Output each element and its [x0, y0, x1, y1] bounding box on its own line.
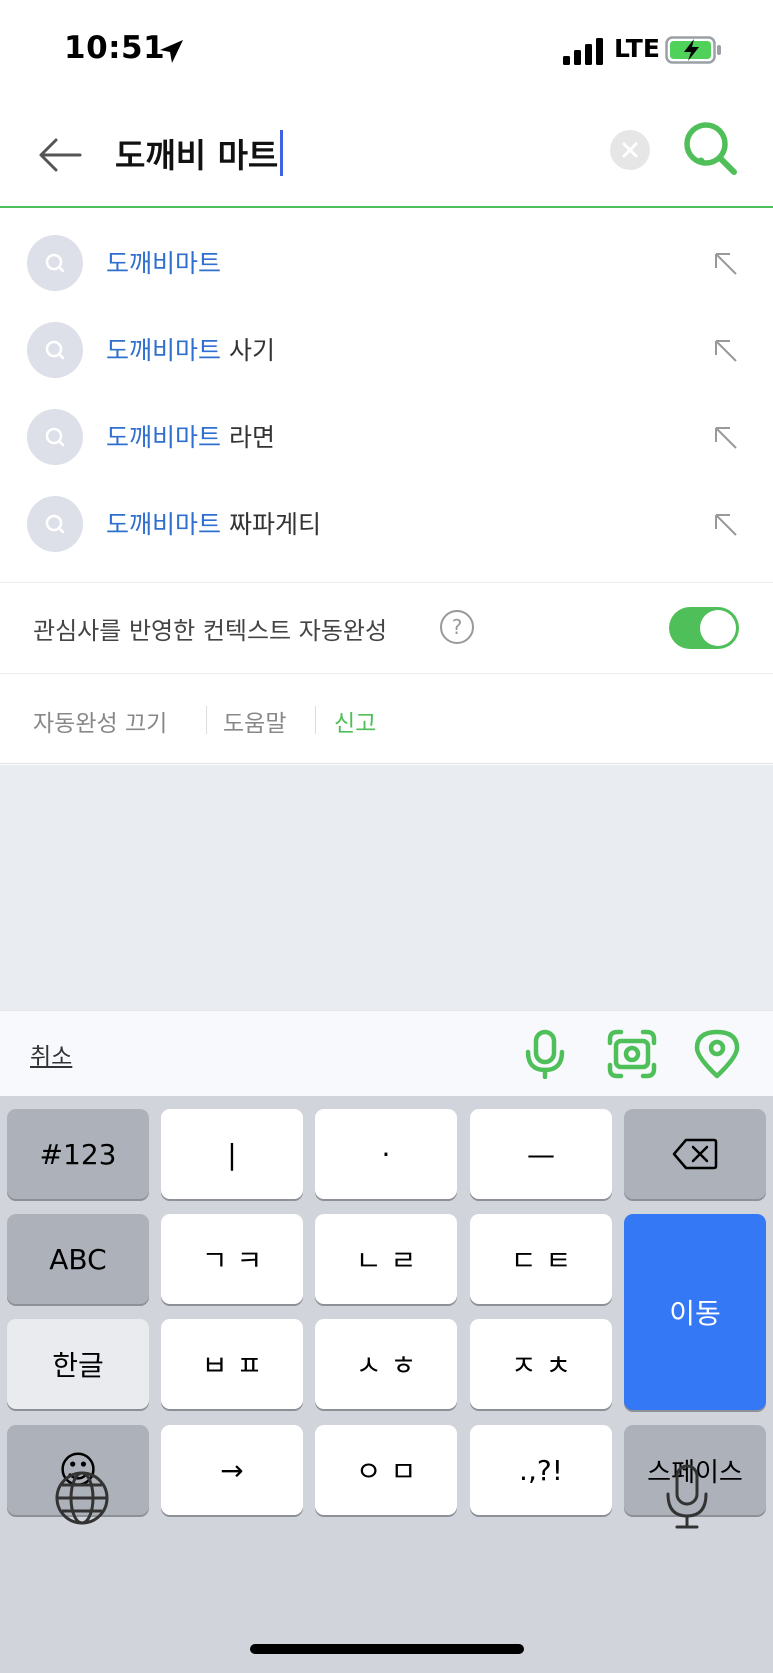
key-punctuation[interactable]: .,?!: [470, 1425, 612, 1515]
context-autocomplete-toggle[interactable]: [669, 607, 739, 649]
suggestion-text: 도깨비마트 짜파게티: [106, 505, 321, 541]
key-jieut-chieut[interactable]: ㅈ ㅊ: [470, 1319, 612, 1409]
suggestion-rest: 짜파게티: [221, 510, 321, 539]
key-backspace[interactable]: [624, 1109, 766, 1199]
fill-arrow-icon[interactable]: [712, 337, 740, 365]
key-numbers[interactable]: #123: [7, 1109, 149, 1199]
search-bar: 도깨비 마트: [0, 100, 773, 208]
clear-button[interactable]: [610, 130, 650, 170]
suggestion-search-icon: [27, 235, 83, 291]
suggestion-item[interactable]: 도깨비마트 라면: [0, 392, 773, 479]
suggestion-rest: 라면: [221, 423, 275, 452]
search-query-text: 도깨비 마트: [115, 136, 279, 175]
help-icon[interactable]: ?: [440, 610, 474, 644]
key-siot-hieut[interactable]: ㅅ ㅎ: [315, 1319, 457, 1409]
back-arrow-icon[interactable]: [36, 130, 86, 180]
key-abc[interactable]: ABC: [7, 1214, 149, 1304]
fill-arrow-icon[interactable]: [712, 424, 740, 452]
dictation-mic-icon[interactable]: [662, 1464, 712, 1530]
suggestion-item[interactable]: 도깨비마트: [0, 218, 773, 305]
suggestion-rest: 사기: [221, 336, 275, 365]
search-input[interactable]: 도깨비 마트: [115, 128, 284, 178]
suggestion-text: 도깨비마트 라면: [106, 418, 275, 454]
cancel-button[interactable]: 취소: [30, 1037, 72, 1071]
suggestion-highlight: 도깨비마트: [106, 336, 222, 365]
key-hangul[interactable]: 한글: [7, 1319, 149, 1409]
key-giyeok-kieuk[interactable]: ㄱ ㅋ: [161, 1214, 303, 1304]
key-digeut-tieut[interactable]: ㄷ ㅌ: [470, 1214, 612, 1304]
suggestion-highlight: 도깨비마트: [106, 423, 222, 452]
text-caret: [280, 130, 284, 176]
battery-charging-icon: [665, 36, 721, 64]
home-indicator[interactable]: [250, 1644, 524, 1654]
disable-autocomplete-link[interactable]: 자동완성 끄기: [33, 704, 167, 738]
suggestion-text: 도깨비마트: [106, 244, 221, 280]
lens-camera-icon[interactable]: [607, 1029, 657, 1079]
close-icon: [622, 142, 638, 158]
suggestion-search-icon: [27, 496, 83, 552]
divider: [206, 706, 207, 734]
network-label: LTE: [614, 34, 660, 63]
fill-arrow-icon[interactable]: [712, 250, 740, 278]
fill-arrow-icon[interactable]: [712, 511, 740, 539]
report-link[interactable]: 신고: [334, 704, 376, 738]
suggestion-highlight: 도깨비마트: [106, 249, 222, 278]
help-link[interactable]: 도움말: [223, 704, 286, 738]
go-key[interactable]: 이동: [624, 1214, 766, 1410]
key-bieup-pieup[interactable]: ㅂ ㅍ: [161, 1319, 303, 1409]
key-dot[interactable]: ·: [315, 1109, 457, 1199]
suggestion-search-icon: [27, 409, 83, 465]
empty-background: [0, 765, 773, 1010]
search-accessory-bar: 취소: [0, 1010, 773, 1096]
location-pin-icon[interactable]: [692, 1029, 742, 1079]
status-time: 10:51: [64, 30, 166, 66]
signal-icon: [563, 38, 603, 65]
suggestion-item[interactable]: 도깨비마트 사기: [0, 305, 773, 392]
context-autocomplete-label: 관심사를 반영한 컨텍스트 자동완성: [33, 617, 388, 645]
suggestion-highlight: 도깨비마트: [106, 510, 222, 539]
backspace-icon: [672, 1138, 718, 1170]
status-bar: 10:51 LTE: [0, 0, 773, 100]
key-dash[interactable]: —: [470, 1109, 612, 1199]
key-nieun-rieul[interactable]: ㄴ ㄹ: [315, 1214, 457, 1304]
suggestion-search-icon: [27, 322, 83, 378]
key-ieung-mieum[interactable]: ㅇ ㅁ: [315, 1425, 457, 1515]
key-arrow[interactable]: →: [161, 1425, 303, 1515]
globe-icon[interactable]: [54, 1470, 110, 1526]
context-autocomplete-row: 관심사를 반영한 컨텍스트 자동완성 ?: [0, 582, 773, 674]
location-arrow-icon: [160, 40, 183, 63]
toggle-knob: [700, 610, 736, 646]
footer-links: 자동완성 끄기 도움말 신고: [0, 674, 773, 764]
search-button-icon[interactable]: [682, 120, 738, 176]
voice-search-icon[interactable]: [520, 1029, 570, 1079]
suggestion-item[interactable]: 도깨비마트 짜파게티: [0, 479, 773, 566]
divider: [315, 706, 316, 734]
key-bar[interactable]: |: [161, 1109, 303, 1199]
suggestion-text: 도깨비마트 사기: [106, 331, 275, 367]
